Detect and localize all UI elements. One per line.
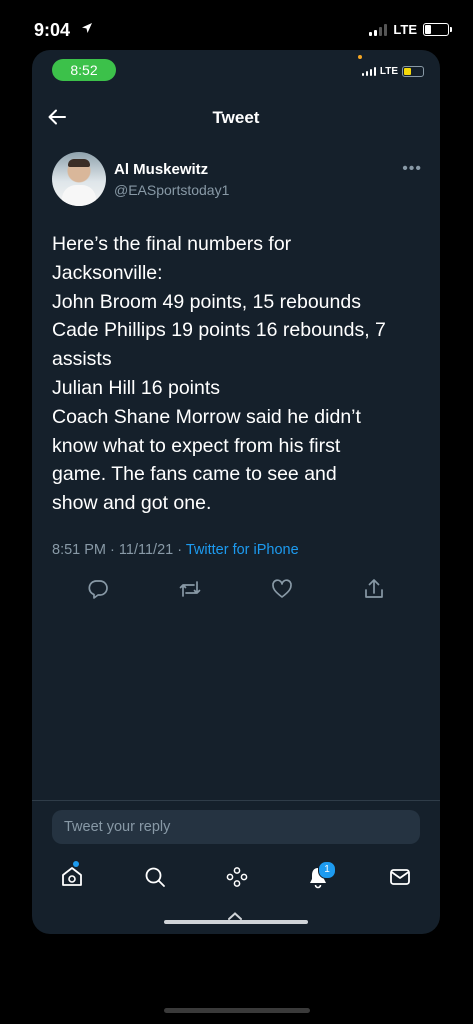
tweet-line: Coach Shane Morrow said he didn’t: [52, 405, 361, 428]
app-status-indicators: LTE: [361, 66, 424, 77]
notification-badge: 1: [318, 861, 336, 879]
tweet-line: assists: [52, 348, 112, 371]
app-home-indicator[interactable]: [164, 920, 308, 924]
device-network-label: LTE: [393, 22, 417, 37]
reply-divider: [32, 800, 440, 801]
tab-notifications[interactable]: 1: [305, 861, 336, 890]
tweet-line: Julian Hill 16 points: [52, 376, 221, 399]
app-signal-icon: [361, 67, 376, 76]
meta-separator: ·: [110, 542, 115, 558]
home-new-dot: [73, 861, 79, 867]
tweet-client-link[interactable]: Twitter for iPhone: [186, 542, 299, 558]
app-status-bar: 8:52 LTE: [32, 50, 440, 90]
more-options-icon[interactable]: •••: [402, 160, 422, 178]
privacy-indicator-dot: [358, 55, 362, 59]
tweet-date: 11/11/21: [118, 542, 174, 558]
tweet-line: know what to expect from his first: [52, 434, 341, 457]
location-arrow-icon: [82, 23, 92, 33]
tab-messages[interactable]: [387, 864, 413, 890]
author-name[interactable]: Al Muskewitz: [114, 161, 208, 178]
tweet-line: John Broom 49 points, 15 rebounds: [52, 290, 361, 313]
reply-input[interactable]: Tweet your reply: [52, 810, 420, 844]
tweet-line: Cade Phillips 19 points 16 rebounds, 7: [52, 319, 386, 342]
app-time-pill: 8:52: [52, 59, 116, 81]
meta-separator: ·: [177, 542, 183, 558]
top-nav: Tweet: [32, 100, 440, 136]
tweet-metadata: 8:51 PM · 11/11/21 · Twitter for iPhone: [52, 542, 299, 558]
retweet-icon[interactable]: [177, 576, 203, 602]
avatar[interactable]: [52, 152, 106, 206]
device-time: 9:04: [34, 20, 71, 40]
tab-search[interactable]: [142, 864, 168, 890]
tweet-line: show and got one.: [52, 492, 212, 515]
tweet-author: Al Muskewitz @EASportstoday1 •••: [52, 152, 422, 212]
tweet-actions: [32, 572, 440, 606]
tweet-text: Here’s the final numbers for Jacksonvill…: [52, 230, 424, 518]
home-icon: [62, 867, 82, 886]
mail-icon: [390, 869, 410, 885]
app-battery-icon: [402, 66, 424, 77]
spaces-icon: [226, 867, 248, 887]
page-title: Tweet: [212, 108, 260, 127]
app-network-label: LTE: [379, 66, 398, 77]
reply-icon[interactable]: [85, 576, 111, 602]
share-icon[interactable]: [361, 576, 387, 602]
device-status-indicators: LTE: [369, 22, 452, 37]
signal-icon: [369, 23, 388, 36]
tab-home[interactable]: [59, 861, 85, 890]
tab-spaces[interactable]: [224, 864, 250, 890]
like-heart-icon[interactable]: [269, 576, 295, 602]
app-screen: 8:52 LTE Tweet Al Muskewitz @EASportstod…: [32, 50, 440, 934]
author-handle[interactable]: @EASportstoday1: [114, 182, 229, 198]
tweet-line: game. The fans came to see and: [52, 463, 337, 486]
chevron-up-icon[interactable]: [228, 912, 242, 920]
tweet-line: Jacksonville:: [52, 261, 163, 284]
tweet-line: Here’s the final numbers for: [52, 233, 292, 255]
battery-icon: [423, 23, 452, 36]
search-icon: [145, 867, 165, 887]
bottom-tab-bar: 1: [32, 856, 440, 898]
device-home-indicator[interactable]: [164, 1008, 310, 1013]
tweet-time: 8:51 PM: [52, 542, 106, 558]
